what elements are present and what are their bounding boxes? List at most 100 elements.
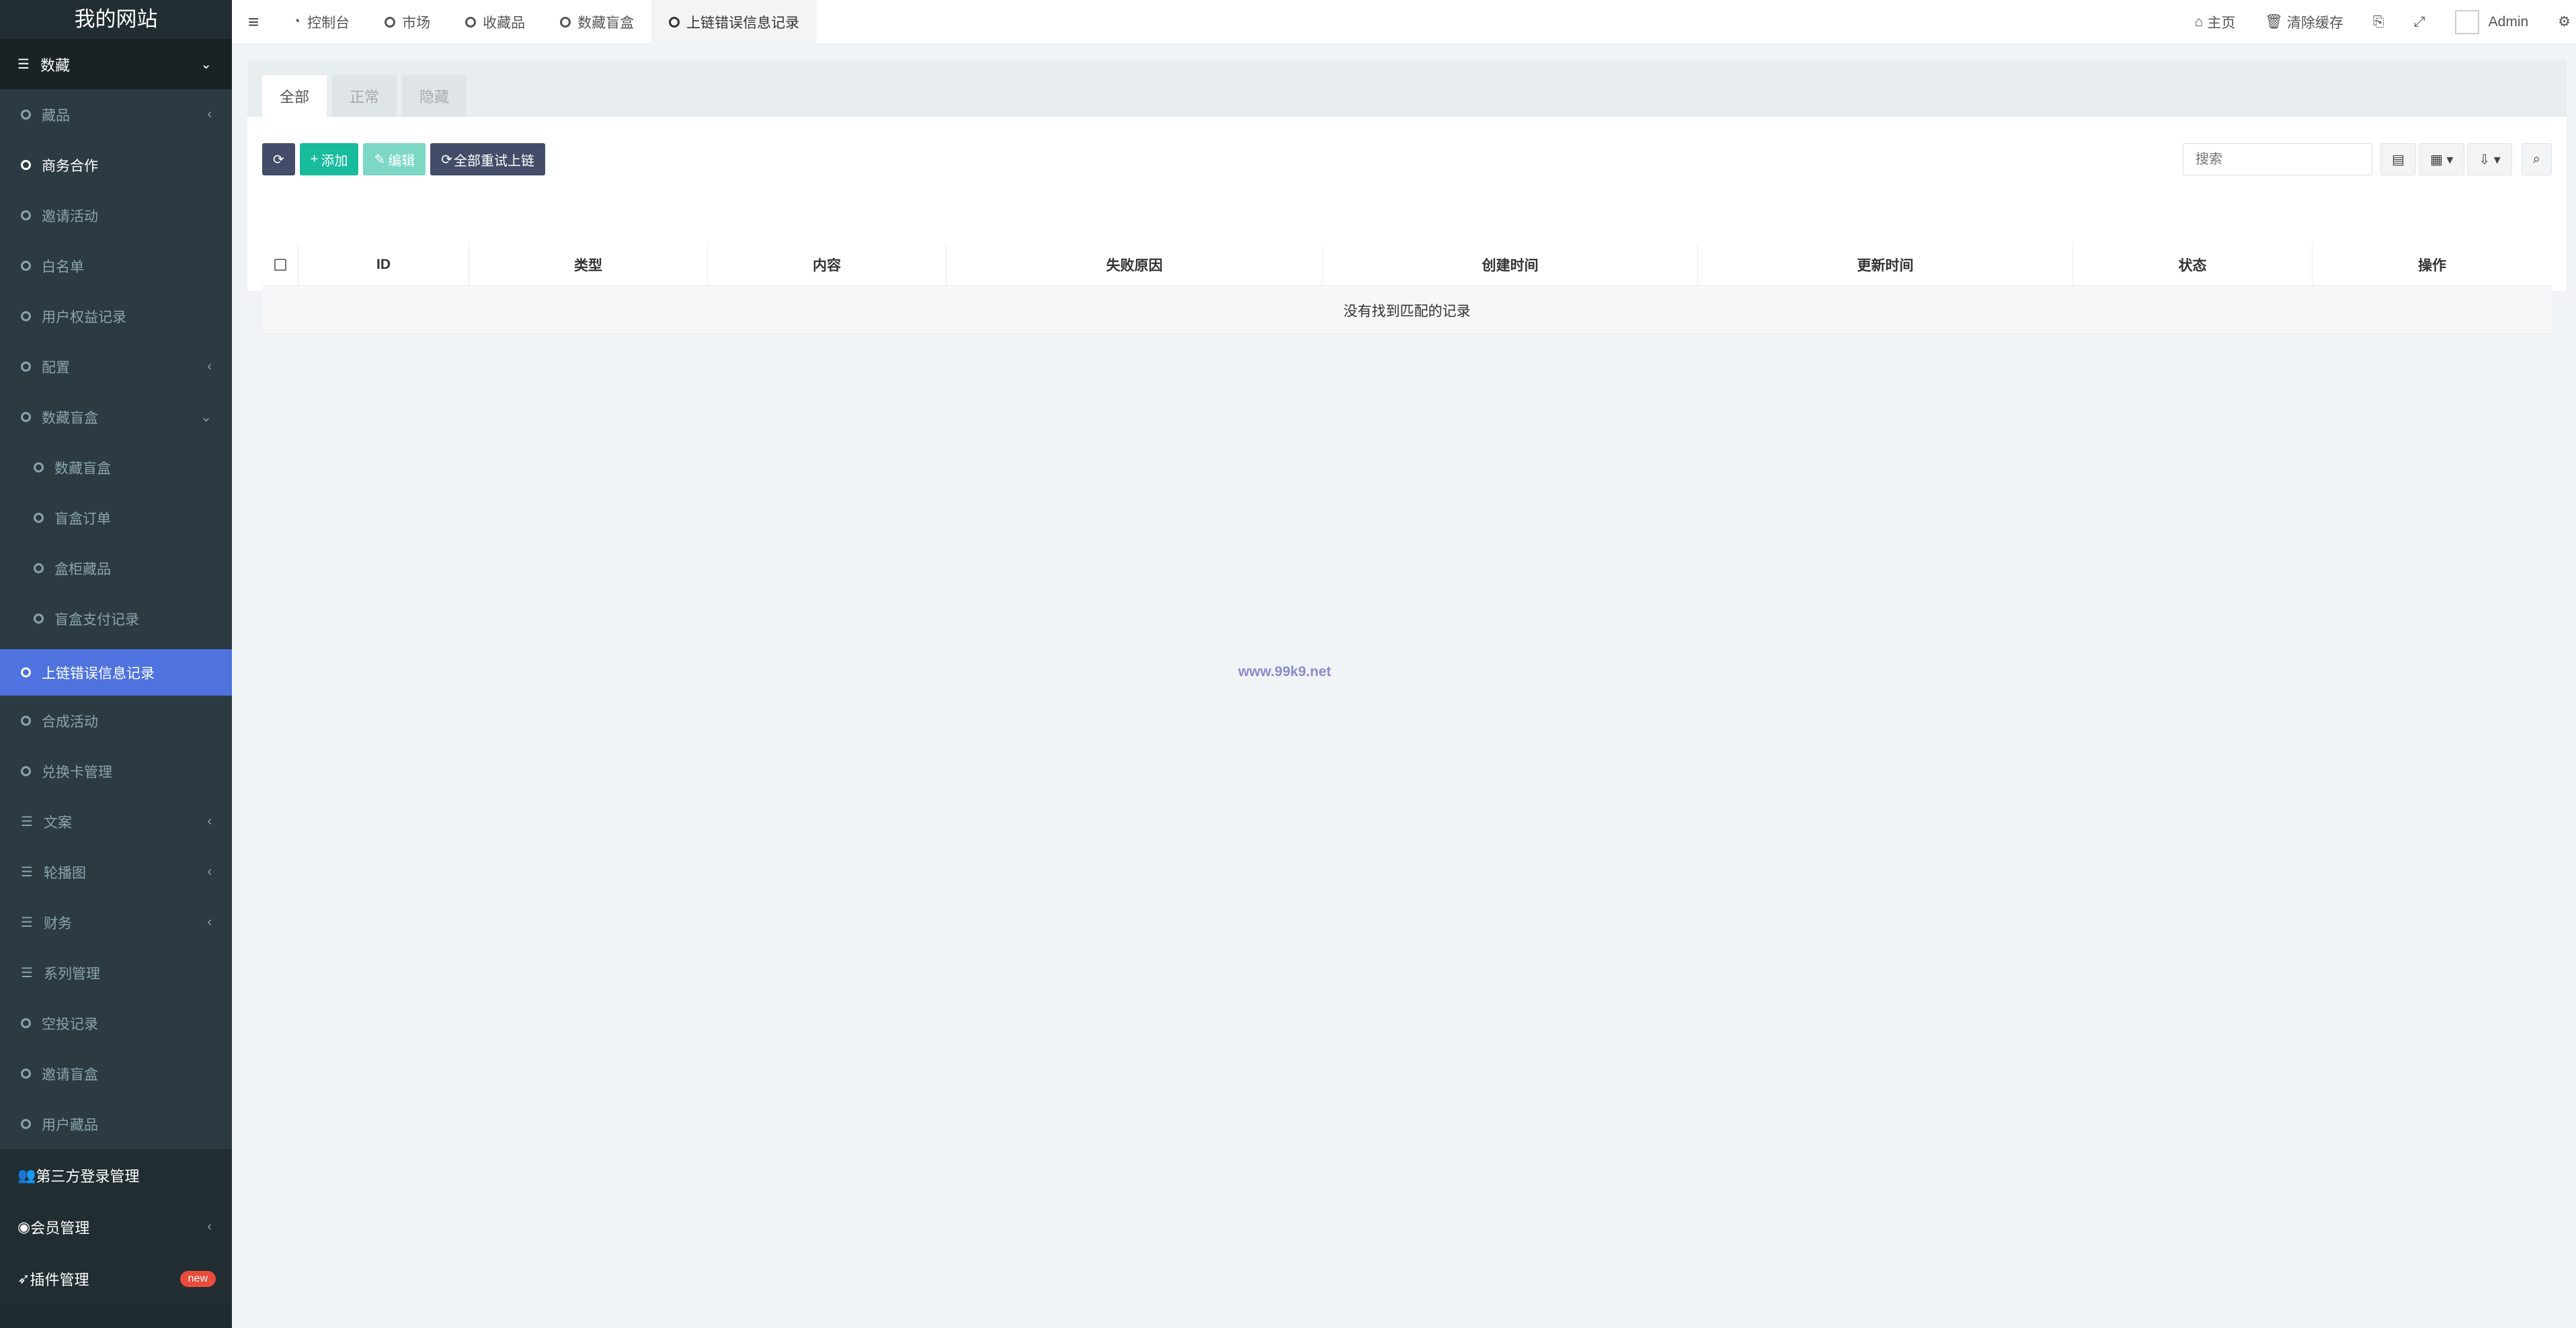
advanced-search-button[interactable]: ⌕ [2521, 143, 2552, 175]
search-input[interactable] [2183, 143, 2373, 175]
tab-normal[interactable]: 正常 [332, 75, 397, 117]
tab-all[interactable]: 全部 [262, 75, 327, 117]
sidebar-item-label: 轮播图 [44, 865, 86, 881]
edit-button[interactable]: ✎ 编辑 [363, 143, 426, 175]
home-link[interactable]: ⌂ 主页 [2180, 12, 2251, 32]
sidebar-item-user-collectibles[interactable]: 用户藏品 [0, 1099, 232, 1149]
table-header: ID 类型 内容 失败原因 创建时间 更新时间 状态 操作 [262, 243, 2552, 286]
empty-message: 没有找到匹配的记录 [262, 287, 2552, 334]
sidebar-item-airdrop[interactable]: 空投记录 [0, 998, 232, 1048]
sidebar-item-label: 藏品 [42, 108, 70, 124]
tab-chain-errors[interactable]: 上链错误信息记录 [651, 0, 817, 44]
tab-label: 数藏盲盒 [577, 15, 635, 31]
columns-button[interactable]: ▦ ▾ [2418, 143, 2465, 175]
add-label: 添加 [321, 153, 348, 169]
list-icon: ☰ [21, 966, 33, 981]
sidebar-item-label: 盲盒订单 [54, 511, 111, 527]
circle-icon [21, 210, 31, 220]
sidebar-subitem-blindbox[interactable]: 数藏盲盒 [0, 442, 232, 493]
sidebar-item-label: 商务合作 [42, 158, 98, 174]
sidebar-item-plugin-management[interactable]: ➶ 插件管理 new [0, 1253, 232, 1304]
sidebar-item-label: 配置 [42, 360, 70, 376]
sidebar-item-label: 白名单 [42, 259, 84, 275]
dashboard-icon: ◔ [292, 14, 301, 29]
chevron-left-icon: ‹ [207, 814, 212, 829]
circle-icon [21, 766, 31, 776]
refresh-icon: ⟳ [441, 152, 452, 167]
sidebar-subitem-blindbox-orders[interactable]: 盲盒订单 [0, 493, 232, 543]
list-icon: ☰ [21, 915, 33, 930]
sidebar-item-whitelist[interactable]: 白名单 [0, 241, 232, 291]
sidebar-item-redeem-cards[interactable]: 兑换卡管理 [0, 746, 232, 796]
sidebar-item-collectibles[interactable]: 藏品 ‹ [0, 89, 232, 140]
tab-market[interactable]: 市场 [367, 0, 448, 44]
sidebar-item-blindbox-group[interactable]: 数藏盲盒 ⌄ [0, 392, 232, 442]
column-header[interactable]: ID [298, 243, 469, 286]
sidebar-item-config[interactable]: 配置 ‹ [0, 341, 232, 392]
language-button[interactable]: ⎘ [2358, 14, 2399, 30]
sidebar-item-label: 空投记录 [42, 1016, 98, 1032]
sidebar-item-business[interactable]: 商务合作 [0, 140, 232, 190]
menu-toggle-icon[interactable]: ≡ [232, 11, 275, 33]
site-logo[interactable]: 我的网站 [0, 0, 232, 39]
sidebar-item-invite-blindbox[interactable]: 邀请盲盒 [0, 1048, 232, 1099]
column-header[interactable]: 操作 [2312, 243, 2552, 286]
pencil-icon: ✎ [374, 152, 386, 167]
tab-hidden[interactable]: 隐藏 [402, 75, 467, 117]
refresh-icon: ⟳ [273, 152, 284, 167]
tab-label: 市场 [402, 15, 431, 31]
list-icon: ☰ [21, 865, 33, 880]
sidebar-item-copywriting[interactable]: ☰ 文案 ‹ [0, 796, 232, 847]
column-header[interactable]: 创建时间 [1323, 243, 1698, 286]
tab-dashboard[interactable]: ◔ 控制台 [275, 0, 367, 44]
user-menu[interactable]: Admin [2440, 9, 2544, 34]
column-header[interactable]: 失败原因 [947, 243, 1323, 286]
refresh-button[interactable]: ⟳ [262, 143, 295, 175]
sidebar-subitem-box-collectibles[interactable]: 盒柜藏品 [0, 543, 232, 593]
search-icon: ⌕ [2532, 151, 2540, 167]
sidebar-item-carousel[interactable]: ☰ 轮播图 ‹ [0, 847, 232, 897]
sidebar-subitem-blindbox-payments[interactable]: 盲盒支付记录 [0, 593, 232, 644]
circle-icon [21, 110, 31, 120]
clear-cache-button[interactable]: 🗑 清除缓存 [2250, 12, 2358, 32]
sidebar-item-member-management[interactable]: ◉ 会员管理 ‹ [0, 1201, 232, 1253]
sidebar: 我的网站 ☰ 数藏 ⌄ 藏品 ‹ 商务合作 邀请活动 白名单 用户权益记录 配置… [0, 0, 232, 1328]
sidebar-item-finance[interactable]: ☰ 财务 ‹ [0, 897, 232, 948]
home-label: 主页 [2207, 15, 2236, 31]
sidebar-item-invite-activity[interactable]: 邀请活动 [0, 190, 232, 241]
sidebar-item-chain-errors[interactable]: 上链错误信息记录 [0, 649, 232, 696]
retry-all-button[interactable]: ⟳ 全部重试上链 [430, 143, 545, 175]
add-button[interactable]: + 添加 [299, 143, 359, 175]
select-all-checkbox[interactable] [274, 259, 286, 271]
sidebar-item-label: 会员管理 [30, 1219, 90, 1237]
user-name: Admin [2488, 13, 2529, 30]
sidebar-item-label: 插件管理 [30, 1271, 89, 1288]
tab-blindbox[interactable]: 数藏盲盒 [542, 0, 651, 44]
sidebar-item-third-party-login[interactable]: 👥 第三方登录管理 [0, 1149, 232, 1201]
circle-icon [21, 1119, 31, 1129]
column-header[interactable]: 更新时间 [1698, 243, 2073, 286]
sidebar-item-synthesis[interactable]: 合成活动 [0, 696, 232, 746]
sidebar-item-user-rights[interactable]: 用户权益记录 [0, 291, 232, 341]
sidebar-item-series[interactable]: ☰ 系列管理 [0, 948, 232, 998]
content-panel: 全部 正常 隐藏 ⟳ + 添加 ✎ 编辑 ⟳ 全部重试上链 ▤ ▦ ▾ [247, 60, 2567, 334]
circle-icon [21, 667, 31, 677]
toolbar-right: ▤ ▦ ▾ ⇩ ▾ ⌕ [2183, 143, 2552, 175]
sidebar-group-collection[interactable]: ☰ 数藏 ⌄ [0, 39, 232, 89]
chevron-left-icon: ‹ [207, 1219, 212, 1234]
sidebar-item-label: 数藏盲盒 [42, 410, 98, 426]
sidebar-item-label: 邀请活动 [42, 208, 98, 224]
list-icon: ☰ [17, 57, 30, 72]
sidebar-item-label: 合成活动 [42, 714, 98, 730]
chevron-down-icon: ⌄ [200, 57, 212, 72]
column-header[interactable]: 内容 [708, 243, 947, 286]
sidebar-item-label: 盒柜藏品 [54, 561, 111, 577]
circle-icon [465, 16, 477, 28]
settings-button[interactable]: ⚙ [2543, 13, 2576, 30]
column-header[interactable]: 类型 [469, 243, 708, 286]
column-header[interactable]: 状态 [2073, 243, 2312, 286]
export-button[interactable]: ⇩ ▾ [2467, 143, 2512, 175]
toggle-view-button[interactable]: ▤ [2380, 143, 2416, 175]
fullscreen-button[interactable]: ⤢ [2399, 14, 2440, 30]
tab-collectibles[interactable]: 收藏品 [448, 0, 542, 44]
